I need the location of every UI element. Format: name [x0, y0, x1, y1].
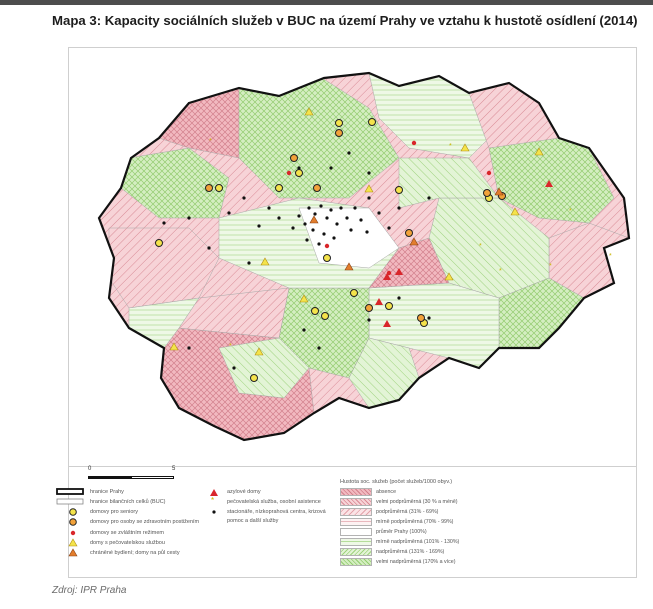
- svg-text:*: *: [229, 343, 232, 350]
- legend-label: chráněné bydlení; domy na půl cesty: [90, 550, 180, 556]
- legend-label: domy s pečovatelskou službou: [90, 540, 165, 546]
- legend-label: domovy pro osoby se zdravotním postižení…: [90, 519, 200, 525]
- svg-text:*: *: [569, 208, 572, 215]
- legend-symbol-sheltered-housing: [68, 548, 78, 557]
- svg-text:*: *: [499, 268, 502, 275]
- scale-bar: 0 5: [88, 466, 178, 482]
- density-label: nadprůměrná (131% - 169%): [376, 549, 445, 555]
- svg-text:*: *: [449, 143, 452, 150]
- legend-label: hranice bilančních celků (BUC): [90, 499, 166, 505]
- density-class: průměr Prahy (100%): [340, 528, 450, 537]
- page-title: Mapa 3: Kapacity sociálních služeb v BUC…: [52, 13, 638, 28]
- top-rule: [0, 0, 653, 5]
- density-class: nadprůměrná (131% - 169%): [340, 548, 450, 557]
- density-label: absence: [376, 489, 397, 495]
- density-class: velmi podprůměrná (30 % a méně): [340, 498, 458, 507]
- svg-text:*: *: [609, 253, 612, 260]
- legend-label: pomoc a další služby: [227, 518, 279, 524]
- legend-symbol-prague-border: [56, 488, 84, 495]
- density-label: velmi nadprůměrná (170% a více): [376, 559, 456, 565]
- legend-symbol-disability-home: [69, 518, 77, 526]
- density-class: mírně nadprůměrná (101% - 130%): [340, 538, 459, 547]
- density-class: velmi nadprůměrná (170% a více): [340, 558, 456, 567]
- legend-label: domovy se zvláštním režimem: [90, 530, 164, 536]
- legend-symbol-day-centre: [212, 510, 216, 514]
- legend-label: pečovatelská služba, osobní asistence: [227, 499, 321, 505]
- density-label: mírně nadprůměrná (101% - 130%): [376, 539, 460, 545]
- density-label: podprůměrná (31% - 69%): [376, 509, 439, 515]
- legend-symbol-senior-home: [69, 508, 77, 516]
- svg-text:*: *: [209, 138, 212, 145]
- scale-start: 0: [88, 466, 92, 472]
- density-class: absence: [340, 488, 450, 497]
- density-legend-title: Hustota soc. služeb (počet služeb/1000 o…: [340, 479, 453, 485]
- scale-end: 5: [172, 466, 176, 472]
- legend-label: hranice Prahy: [90, 489, 124, 495]
- legend-label: azylové domy: [227, 489, 261, 495]
- star-icon: *: [211, 496, 215, 505]
- svg-text:*: *: [479, 243, 482, 250]
- density-label: mírně podprůměrná (70% - 99%): [376, 519, 454, 525]
- svg-text:*: *: [549, 263, 552, 270]
- density-label: průměr Prahy (100%): [376, 529, 427, 535]
- density-label: velmi podprůměrná (30 % a méně): [376, 499, 458, 505]
- density-class: mírně podprůměrná (70% - 99%): [340, 518, 454, 527]
- map-frame: * * * * * * * *: [68, 47, 637, 467]
- legend-symbol-district-border: [56, 498, 84, 505]
- prague-map: * * * * * * * *: [97, 71, 631, 442]
- legend-label: domovy pro seniory: [90, 509, 138, 515]
- legend-symbol-care-house: [68, 538, 78, 547]
- legend-label: stacionáře, nízkoprahová centra, krizová: [227, 509, 326, 515]
- legend-symbol-special-regime-home: [70, 530, 76, 536]
- density-class: podprůměrná (31% - 69%): [340, 508, 450, 517]
- source-note: Zdroj: IPR Praha: [52, 585, 127, 596]
